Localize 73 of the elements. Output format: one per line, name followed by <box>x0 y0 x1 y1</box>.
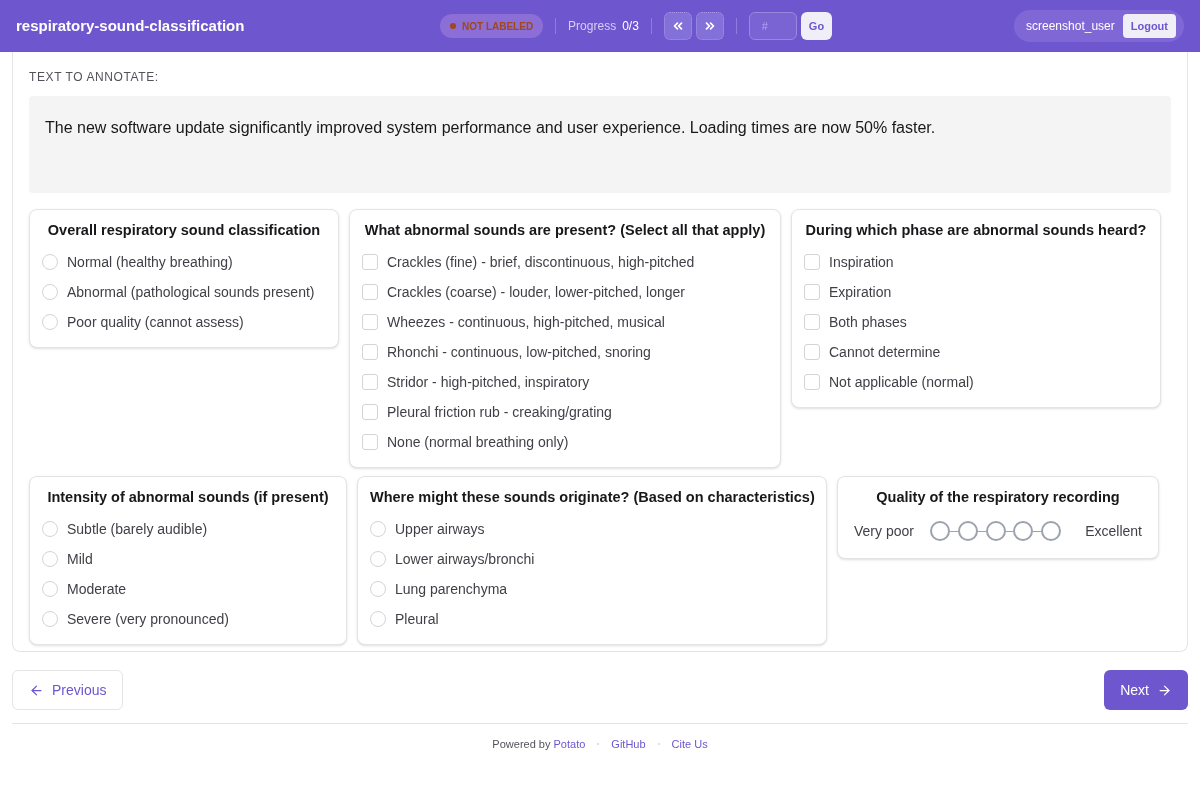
scale-high-label: Excellent <box>1085 521 1142 541</box>
radio-button[interactable] <box>42 314 58 331</box>
option-label: Not applicable (normal) <box>829 373 974 391</box>
question-title: Where might these sounds originate? (Based on characteristics) <box>370 487 814 507</box>
option-label: Crackles (coarse) - louder, lower-pitched, longer <box>387 283 685 301</box>
option-label: Cannot determine <box>829 343 941 361</box>
logout-button[interactable]: Logout <box>1122 14 1176 38</box>
option-label: Expiration <box>829 283 892 301</box>
checkbox[interactable] <box>804 374 820 391</box>
question-title: Quality of the respiratory recording <box>875 487 1121 507</box>
option-label: Inspiration <box>829 253 894 271</box>
option-label: Abnormal (pathological sounds present) <box>67 283 315 301</box>
checkbox[interactable] <box>804 284 820 301</box>
checkbox[interactable] <box>362 284 378 301</box>
option-label: None (normal breathing only) <box>387 433 569 451</box>
option-label: Poor quality (cannot assess) <box>67 313 244 331</box>
radio-button[interactable] <box>370 611 386 627</box>
progress-value: 0/3 <box>622 18 639 35</box>
radio-button[interactable] <box>42 254 58 271</box>
option-label: Lung parenchyma <box>395 580 508 598</box>
go-button[interactable]: Go <box>800 12 833 40</box>
option-label: Upper airways <box>395 520 485 538</box>
radio-button[interactable] <box>42 284 58 301</box>
checkbox[interactable] <box>362 254 378 271</box>
checkbox[interactable] <box>362 404 378 421</box>
option-label: Stridor - high-pitched, inspiratory <box>387 373 590 391</box>
footer-link[interactable]: Cite Us <box>671 736 708 753</box>
powered-by-text: Powered by Potato <box>492 737 586 752</box>
app-title: respiratory-sound-classification <box>16 15 246 36</box>
option-label: Wheezes - continuous, high-pitched, musical <box>387 313 665 331</box>
option-label: Both phases <box>829 313 907 331</box>
option-label: Pleural friction rub - creaking/grating <box>387 403 612 421</box>
question-title: Overall respiratory sound classification <box>46 221 322 240</box>
section-heading: TEXT TO ANNOTATE: <box>29 69 160 86</box>
option-label: Subtle (barely audible) <box>67 520 208 538</box>
radio-button[interactable] <box>42 581 58 597</box>
checkbox[interactable] <box>362 374 378 391</box>
checkbox[interactable] <box>804 254 820 271</box>
checkbox[interactable] <box>362 434 378 451</box>
status-badge: NOT LABELED <box>440 14 544 38</box>
previous-instance-button[interactable] <box>663 12 692 40</box>
option-label: Normal (healthy breathing) <box>67 253 233 271</box>
jump-field[interactable]: # <box>748 12 797 40</box>
checkbox[interactable] <box>804 344 820 361</box>
radio-button[interactable] <box>42 611 58 627</box>
option-label: Crackles (fine) - brief, discontinuous, high-pitched <box>387 253 695 271</box>
progress-label: Progress <box>568 18 617 35</box>
username: screenshot_user <box>1026 18 1115 35</box>
arrow-right-icon <box>1157 682 1172 698</box>
previous-button[interactable]: Previous <box>12 670 124 710</box>
next-instance-button[interactable] <box>695 12 724 40</box>
question-title: Intensity of abnormal sounds (if present) <box>46 487 330 507</box>
option-label: Pleural <box>395 610 439 628</box>
option-label: Moderate <box>67 580 127 598</box>
radio-button[interactable] <box>370 551 386 567</box>
radio-button[interactable] <box>42 551 58 567</box>
option-label: Severe (very pronounced) <box>67 610 229 628</box>
checkbox[interactable] <box>362 314 378 331</box>
checkbox[interactable] <box>362 344 378 361</box>
question-title: During which phase are abnormal sounds heard? <box>804 221 1148 240</box>
footer-link[interactable]: GitHub <box>611 736 646 753</box>
next-button[interactable]: Next <box>1104 670 1188 710</box>
option-label: Rhonchi - continuous, low-pitched, snoring <box>387 343 651 361</box>
annotation-text: The new software update significantly improved system performance and user experience. Loading times are now 50% faster. <box>45 118 937 138</box>
radio-button[interactable] <box>42 521 58 537</box>
option-label: Lower airways/bronchi <box>395 550 535 568</box>
checkbox[interactable] <box>804 314 820 331</box>
radio-button[interactable] <box>370 521 386 537</box>
scale-low-label: Very poor <box>854 521 914 541</box>
radio-button[interactable] <box>370 581 386 597</box>
potato-link[interactable]: Potato <box>553 738 586 750</box>
question-title: What abnormal sounds are present? (Select all that apply) <box>363 221 767 240</box>
option-label: Mild <box>67 550 93 568</box>
